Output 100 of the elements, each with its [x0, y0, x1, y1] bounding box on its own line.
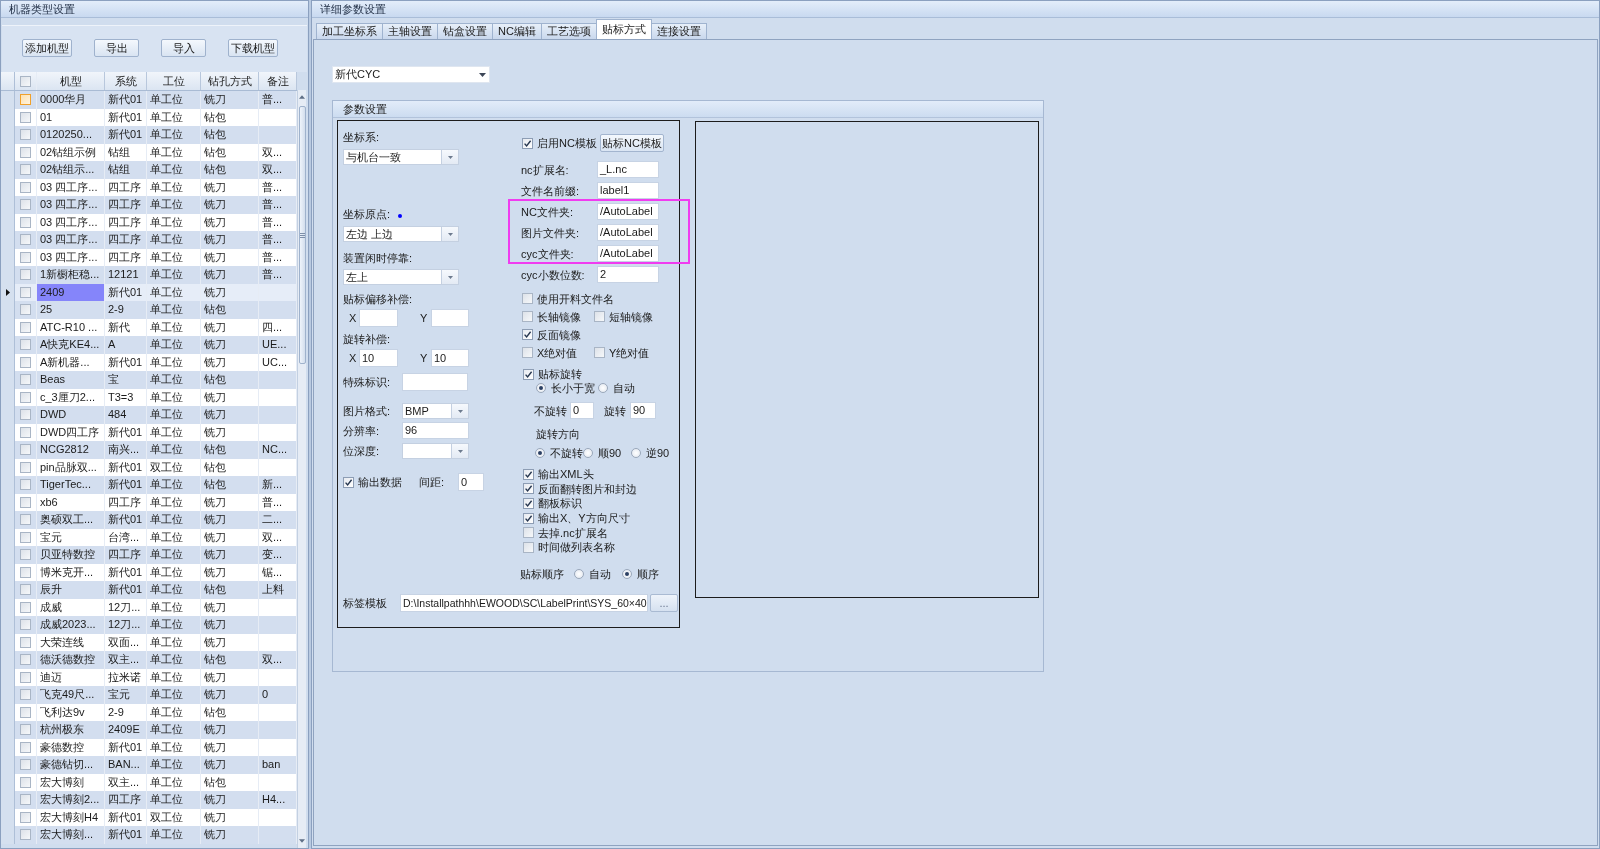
checkbox[interactable]: [522, 347, 533, 358]
checkbox[interactable]: [522, 329, 533, 340]
checkbox[interactable]: [523, 468, 534, 480]
scrollbar-thumb[interactable]: [298, 106, 306, 364]
text-field[interactable]: 90: [630, 402, 656, 419]
checkbox[interactable]: [20, 129, 31, 141]
table-row[interactable]: 03 四工序... 四工序 单工位 铣刀 普...: [1, 196, 297, 214]
checkbox[interactable]: [20, 514, 31, 526]
table-row[interactable]: A快克KE4... A 单工位 铣刀 UE...: [1, 336, 297, 354]
checkbox[interactable]: [20, 321, 31, 333]
text-field[interactable]: label1: [597, 182, 659, 199]
checkbox[interactable]: [523, 512, 534, 524]
checkbox[interactable]: [20, 391, 31, 403]
table-row[interactable]: 25 2-9 单工位 钻包: [1, 301, 297, 319]
tab[interactable]: NC编辑: [492, 23, 542, 39]
checkbox[interactable]: [20, 741, 31, 753]
table-row[interactable]: 03 四工序... 四工序 单工位 铣刀 普...: [1, 231, 297, 249]
radio-button[interactable]: [622, 568, 632, 579]
tab[interactable]: 工艺选项: [540, 23, 597, 39]
table-row[interactable]: NCG2812 南兴... 单工位 钻包 NC...: [1, 441, 297, 459]
table-row[interactable]: 0120250... 新代01 单工位 钻包: [1, 126, 297, 144]
checkbox[interactable]: [523, 541, 534, 553]
dropdown[interactable]: 新代CYC: [332, 66, 490, 83]
radio-button[interactable]: [631, 448, 641, 458]
table-row[interactable]: 宏大博刻2... 四工序 单工位 铣刀 H4...: [1, 791, 297, 809]
checkbox[interactable]: [20, 146, 31, 158]
radio-button[interactable]: [536, 383, 546, 393]
checkbox[interactable]: [523, 368, 534, 380]
text-field[interactable]: 10: [359, 349, 398, 367]
text-field[interactable]: 96: [402, 422, 469, 439]
checkbox[interactable]: [20, 636, 31, 648]
text-field[interactable]: 0: [458, 473, 484, 491]
checkbox[interactable]: [20, 549, 31, 561]
checkbox[interactable]: [20, 409, 31, 421]
checkbox[interactable]: [523, 527, 534, 539]
column-header[interactable]: 备注: [259, 72, 297, 90]
checkbox[interactable]: [20, 619, 31, 631]
checkbox[interactable]: [523, 498, 534, 509]
tab[interactable]: 加工坐标系: [316, 23, 383, 39]
checkbox[interactable]: [20, 531, 31, 543]
text-field[interactable]: D:\Installpathhh\EWOOD\SC\LabelPrint\SYS_60×40: [400, 593, 648, 612]
table-row[interactable]: 贝亚特数控 四工序 单工位 铣刀 变...: [1, 546, 297, 564]
table-row[interactable]: 杭州极东 2409E 单工位 铣刀: [1, 721, 297, 739]
text-field[interactable]: /AutoLabel: [597, 245, 659, 262]
table-row[interactable]: 0000华月 新代01 单工位 铣刀 普...: [1, 91, 297, 109]
checkbox[interactable]: [20, 654, 31, 666]
table-row[interactable]: 豪德钻切... BAN... 单工位 铣刀 ban: [1, 756, 297, 774]
column-header[interactable]: 机型: [37, 72, 105, 90]
radio-button[interactable]: [574, 568, 584, 579]
browse-button[interactable]: ...: [650, 593, 678, 612]
checkbox[interactable]: [20, 724, 31, 736]
text-field[interactable]: [431, 309, 469, 327]
checkbox[interactable]: [20, 584, 31, 596]
tab[interactable]: 钻盒设置: [437, 23, 493, 39]
dropdown[interactable]: BMP: [402, 403, 469, 419]
checkbox[interactable]: [20, 601, 31, 613]
checkbox[interactable]: [20, 496, 31, 508]
table-row[interactable]: 成威2023... 12刀... 单工位 铣刀: [1, 616, 297, 634]
checkbox[interactable]: [20, 75, 31, 87]
text-field[interactable]: /AutoLabel: [597, 224, 659, 241]
table-row[interactable]: 1新橱柜稳... 12121 单工位 铣刀 普...: [1, 266, 297, 284]
checkbox[interactable]: [20, 251, 31, 263]
text-field[interactable]: [402, 373, 468, 391]
table-row[interactable]: 02钻组示... 钻组 单工位 钻包 双...: [1, 161, 297, 179]
checkbox[interactable]: [522, 311, 533, 322]
checkbox[interactable]: [20, 776, 31, 788]
text-field[interactable]: 0: [570, 402, 594, 419]
toolbar-button[interactable]: 下载机型: [228, 39, 278, 57]
column-header[interactable]: 钻孔方式: [201, 72, 259, 90]
text-field[interactable]: /AutoLabel: [597, 203, 659, 220]
tab[interactable]: 主轴设置: [382, 23, 438, 39]
checkbox[interactable]: [20, 216, 31, 228]
checkbox[interactable]: [20, 304, 31, 316]
table-row[interactable]: DWD 484 单工位 铣刀: [1, 406, 297, 424]
checkbox[interactable]: [20, 461, 31, 473]
dropdown[interactable]: [402, 443, 469, 459]
toolbar-button[interactable]: 添加机型: [22, 39, 72, 57]
table-row[interactable]: 德沃德数控 双主... 单工位 钻包 双...: [1, 651, 297, 669]
table-row[interactable]: TigerTec... 新代01 单工位 钻包 新...: [1, 476, 297, 494]
checkbox[interactable]: [522, 293, 533, 304]
checkbox[interactable]: [20, 199, 31, 211]
checkbox[interactable]: [20, 94, 31, 106]
checkbox[interactable]: [20, 164, 31, 176]
checkbox[interactable]: [20, 426, 31, 438]
checkbox[interactable]: [523, 483, 534, 495]
checkbox[interactable]: [20, 811, 31, 823]
checkbox[interactable]: [20, 829, 31, 841]
text-field[interactable]: [359, 309, 398, 327]
table-row[interactable]: 奥硕双工... 新代01 单工位 铣刀 二...: [1, 511, 297, 529]
text-field[interactable]: 2: [597, 266, 659, 283]
scrollbar[interactable]: [297, 90, 306, 848]
text-field[interactable]: 10: [431, 349, 469, 367]
checkbox[interactable]: [343, 476, 354, 488]
checkbox[interactable]: [20, 356, 31, 368]
radio-button[interactable]: [535, 448, 545, 458]
table-row[interactable]: 辰升 新代01 单工位 钻包 上料: [1, 581, 297, 599]
column-header[interactable]: 系统: [105, 72, 147, 90]
tab[interactable]: 连接设置: [650, 23, 707, 39]
checkbox[interactable]: [20, 181, 31, 193]
checkbox[interactable]: [594, 311, 605, 322]
